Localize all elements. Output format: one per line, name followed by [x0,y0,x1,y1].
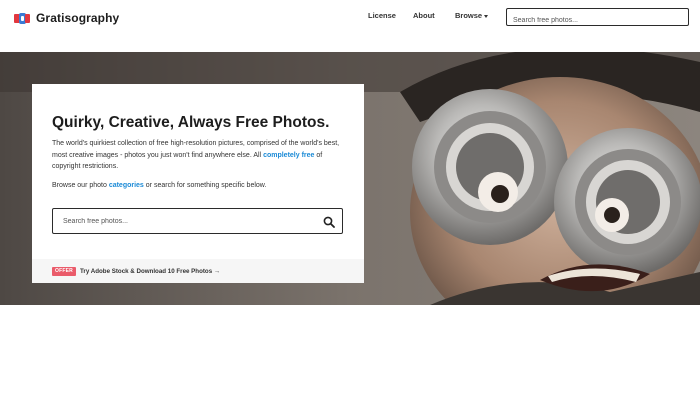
hero-section: Quirky, Creative, Always Free Photos. Th… [0,52,700,305]
caret-down-icon [484,14,489,18]
browse-text-after: or search for something specific below. [143,182,267,189]
hero-description: The world's quirkiest collection of free… [52,138,352,173]
hero-search-box[interactable] [52,208,343,234]
offer-text: Try Adobe Stock & Download 10 Free Photo… [80,268,213,275]
logo-icon [14,12,30,24]
header-search-box[interactable] [506,8,689,29]
offer-badge: OFFER [52,267,76,276]
hero-card: Quirky, Creative, Always Free Photos. Th… [32,84,364,283]
browse-text-before: Browse our photo [52,182,109,189]
logo[interactable]: Gratisography [14,9,119,27]
nav-license-link[interactable]: License [368,11,396,20]
header-search-input[interactable] [507,12,688,29]
browse-categories-text: Browse our photo categories or search fo… [52,182,266,189]
categories-link[interactable]: categories [109,182,144,189]
completely-free-link[interactable]: completely free [263,152,314,159]
adobe-stock-offer-link[interactable]: Try Adobe Stock & Download 10 Free Photo… [80,267,220,276]
hero-title: Quirky, Creative, Always Free Photos. [52,114,330,131]
logo-text: Gratisography [36,11,120,25]
offer-bar: OFFER Try Adobe Stock & Download 10 Free… [32,259,364,283]
nav-browse-label: Browse [455,11,483,20]
arrow-right-icon: → [213,268,221,275]
nav-browse-dropdown[interactable]: Browse [455,11,489,20]
hero-search-input[interactable] [53,209,313,233]
search-icon[interactable] [323,215,335,228]
nav-about-link[interactable]: About [413,11,435,20]
site-header: Gratisography License About Browse [0,0,700,52]
